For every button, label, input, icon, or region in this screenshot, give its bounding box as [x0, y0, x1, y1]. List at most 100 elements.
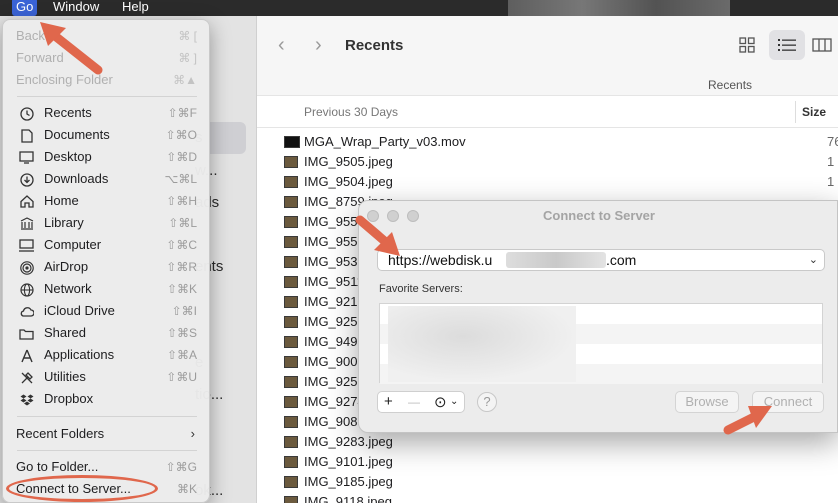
server-address-input[interactable]: https://webdisk.u .com ⌄ — [377, 249, 825, 271]
annotation-arrow-icon — [723, 406, 772, 435]
remove-server-button[interactable]: — — [408, 395, 420, 409]
list-icon — [778, 39, 796, 51]
menu-item-label: Utilities — [44, 369, 86, 384]
menu-item-network[interactable]: Network ⇧⌘K — [9, 278, 205, 300]
menu-go[interactable]: Go — [12, 0, 38, 16]
download-icon — [19, 172, 34, 187]
icon-view-button[interactable] — [729, 30, 765, 60]
go-menu: Back ⌘ [ Forward ⌘ ] Enclosing Folder ⌘▲… — [2, 19, 210, 503]
menu-item-shortcut: ⇧⌘D — [166, 150, 197, 164]
image-file-icon — [284, 236, 298, 248]
menu-help[interactable]: Help — [118, 0, 153, 16]
menu-item-airdrop[interactable]: AirDrop ⇧⌘R — [9, 256, 205, 278]
menu-item-label: Shared — [44, 325, 86, 340]
file-name: IMG_9185.jpeg — [304, 474, 393, 489]
table-row[interactable]: MGA_Wrap_Party_v03.mov 76 — [257, 132, 838, 152]
favorite-servers-list[interactable] — [379, 303, 823, 384]
menu-item-shortcut: ⇧⌘F — [167, 106, 197, 120]
table-row[interactable]: IMG_9504.jpeg 1 — [257, 172, 838, 192]
column-view-button[interactable] — [812, 30, 838, 60]
image-file-icon — [284, 216, 298, 228]
file-name: IMG_9118.jpeg — [304, 494, 392, 503]
image-file-icon — [284, 336, 298, 348]
table-row[interactable]: IMG_9185.jpeg — [257, 472, 838, 492]
menu-item-dropbox[interactable]: Dropbox — [9, 388, 205, 410]
file-name: IMG_9101.jpeg — [304, 454, 393, 469]
chevron-down-icon: ⌄ — [450, 396, 459, 407]
table-row[interactable]: IMG_9505.jpeg 1 — [257, 152, 838, 172]
file-name: MGA_Wrap_Party_v03.mov — [304, 134, 466, 149]
menu-item-shared[interactable]: Shared ⇧⌘S — [9, 322, 205, 344]
menu-item-shortcut: ⌘ ] — [178, 51, 197, 65]
menu-item-label: Computer — [44, 237, 102, 252]
back-arrow-icon[interactable]: ‹ — [278, 34, 285, 57]
file-name: IMG_9511 — [304, 274, 364, 289]
menu-item-label: Dropbox — [44, 391, 94, 406]
menu-item-shortcut: ⌘ [ — [178, 29, 197, 43]
image-file-icon — [284, 436, 298, 448]
menu-item-label: Desktop — [44, 149, 92, 164]
image-file-icon — [284, 176, 298, 188]
menu-item-label: Documents — [44, 127, 110, 142]
file-name: IMG_9283.jpeg — [304, 434, 393, 449]
file-size: 1 — [827, 174, 835, 189]
menu-item-shortcut: ⇧⌘A — [166, 348, 197, 362]
window-title: Recents — [345, 37, 404, 54]
dialog-title: Connect to Server — [543, 208, 655, 223]
forward-arrow-icon[interactable]: › — [315, 34, 322, 57]
favorites-toolbar: + — ⊙ ⌄ — [377, 391, 465, 413]
image-file-icon — [284, 456, 298, 468]
file-name: IMG_9255 — [304, 374, 365, 389]
menu-item-label: iCloud Drive — [44, 303, 115, 318]
menu-item-label: Recent Folders — [16, 426, 105, 441]
home-icon — [19, 194, 34, 209]
menu-item-desktop[interactable]: Desktop ⇧⌘D — [9, 146, 205, 168]
shared-folder-icon — [19, 326, 34, 341]
menu-item-label: Recents — [44, 105, 92, 120]
menu-item-recents[interactable]: Recents ⇧⌘F — [9, 102, 205, 124]
menu-item-computer[interactable]: Computer ⇧⌘C — [9, 234, 205, 256]
add-server-button[interactable]: + — [384, 393, 393, 410]
table-row[interactable]: IMG_9118.jpeg — [257, 492, 838, 503]
menu-window[interactable]: Window — [49, 0, 103, 16]
cloud-icon — [19, 304, 34, 319]
menu-item-library[interactable]: Library ⇧⌘L — [9, 212, 205, 234]
dropbox-icon — [19, 392, 34, 407]
redacted-area — [508, 0, 730, 16]
video-file-icon — [284, 136, 300, 148]
annotation-arrow-icon — [355, 215, 400, 256]
redacted-text — [506, 252, 606, 268]
size-column-header[interactable]: Size — [795, 101, 826, 123]
table-row[interactable]: IMG_9101.jpeg — [257, 452, 838, 472]
menu-item-shortcut: ⇧⌘S — [166, 326, 197, 340]
group-header: Previous 30 Days — [304, 105, 399, 119]
menu-item-documents[interactable]: Documents ⇧⌘O — [9, 124, 205, 146]
image-file-icon — [284, 416, 298, 428]
menu-item-shortcut: ⇧⌘C — [166, 238, 197, 252]
utilities-icon — [19, 370, 34, 385]
help-button[interactable]: ? — [477, 392, 497, 412]
file-size: 76 — [827, 134, 838, 149]
network-icon — [19, 282, 34, 297]
menu-item-icloud-drive[interactable]: iCloud Drive ⇧⌘I — [9, 300, 205, 322]
menu-item-shortcut: ⇧⌘K — [166, 282, 197, 296]
menu-item-go-to-folder[interactable]: Go to Folder... ⇧⌘G — [9, 456, 205, 478]
menu-item-downloads[interactable]: Downloads ⌥⌘L — [9, 168, 205, 190]
chevron-down-icon[interactable]: ⌄ — [809, 253, 818, 266]
computer-icon — [19, 238, 34, 253]
image-file-icon — [284, 276, 298, 288]
columns-icon — [812, 38, 832, 52]
menu-item-applications[interactable]: Applications ⇧⌘A — [9, 344, 205, 366]
menu-item-recent-folders[interactable]: Recent Folders › — [9, 423, 205, 445]
list-view-button[interactable] — [769, 30, 805, 60]
file-name: IMG_9085 — [304, 414, 365, 429]
airdrop-icon — [19, 260, 34, 275]
image-file-icon — [284, 476, 298, 488]
menu-item-utilities[interactable]: Utilities ⇧⌘U — [9, 366, 205, 388]
more-options-button[interactable]: ⊙ — [434, 393, 447, 411]
menu-item-label: Home — [44, 193, 79, 208]
menu-separator — [17, 450, 197, 451]
menu-item-home[interactable]: Home ⇧⌘H — [9, 190, 205, 212]
file-size: 1 — [827, 154, 835, 169]
menu-item-shortcut: ⌥⌘L — [164, 172, 197, 186]
